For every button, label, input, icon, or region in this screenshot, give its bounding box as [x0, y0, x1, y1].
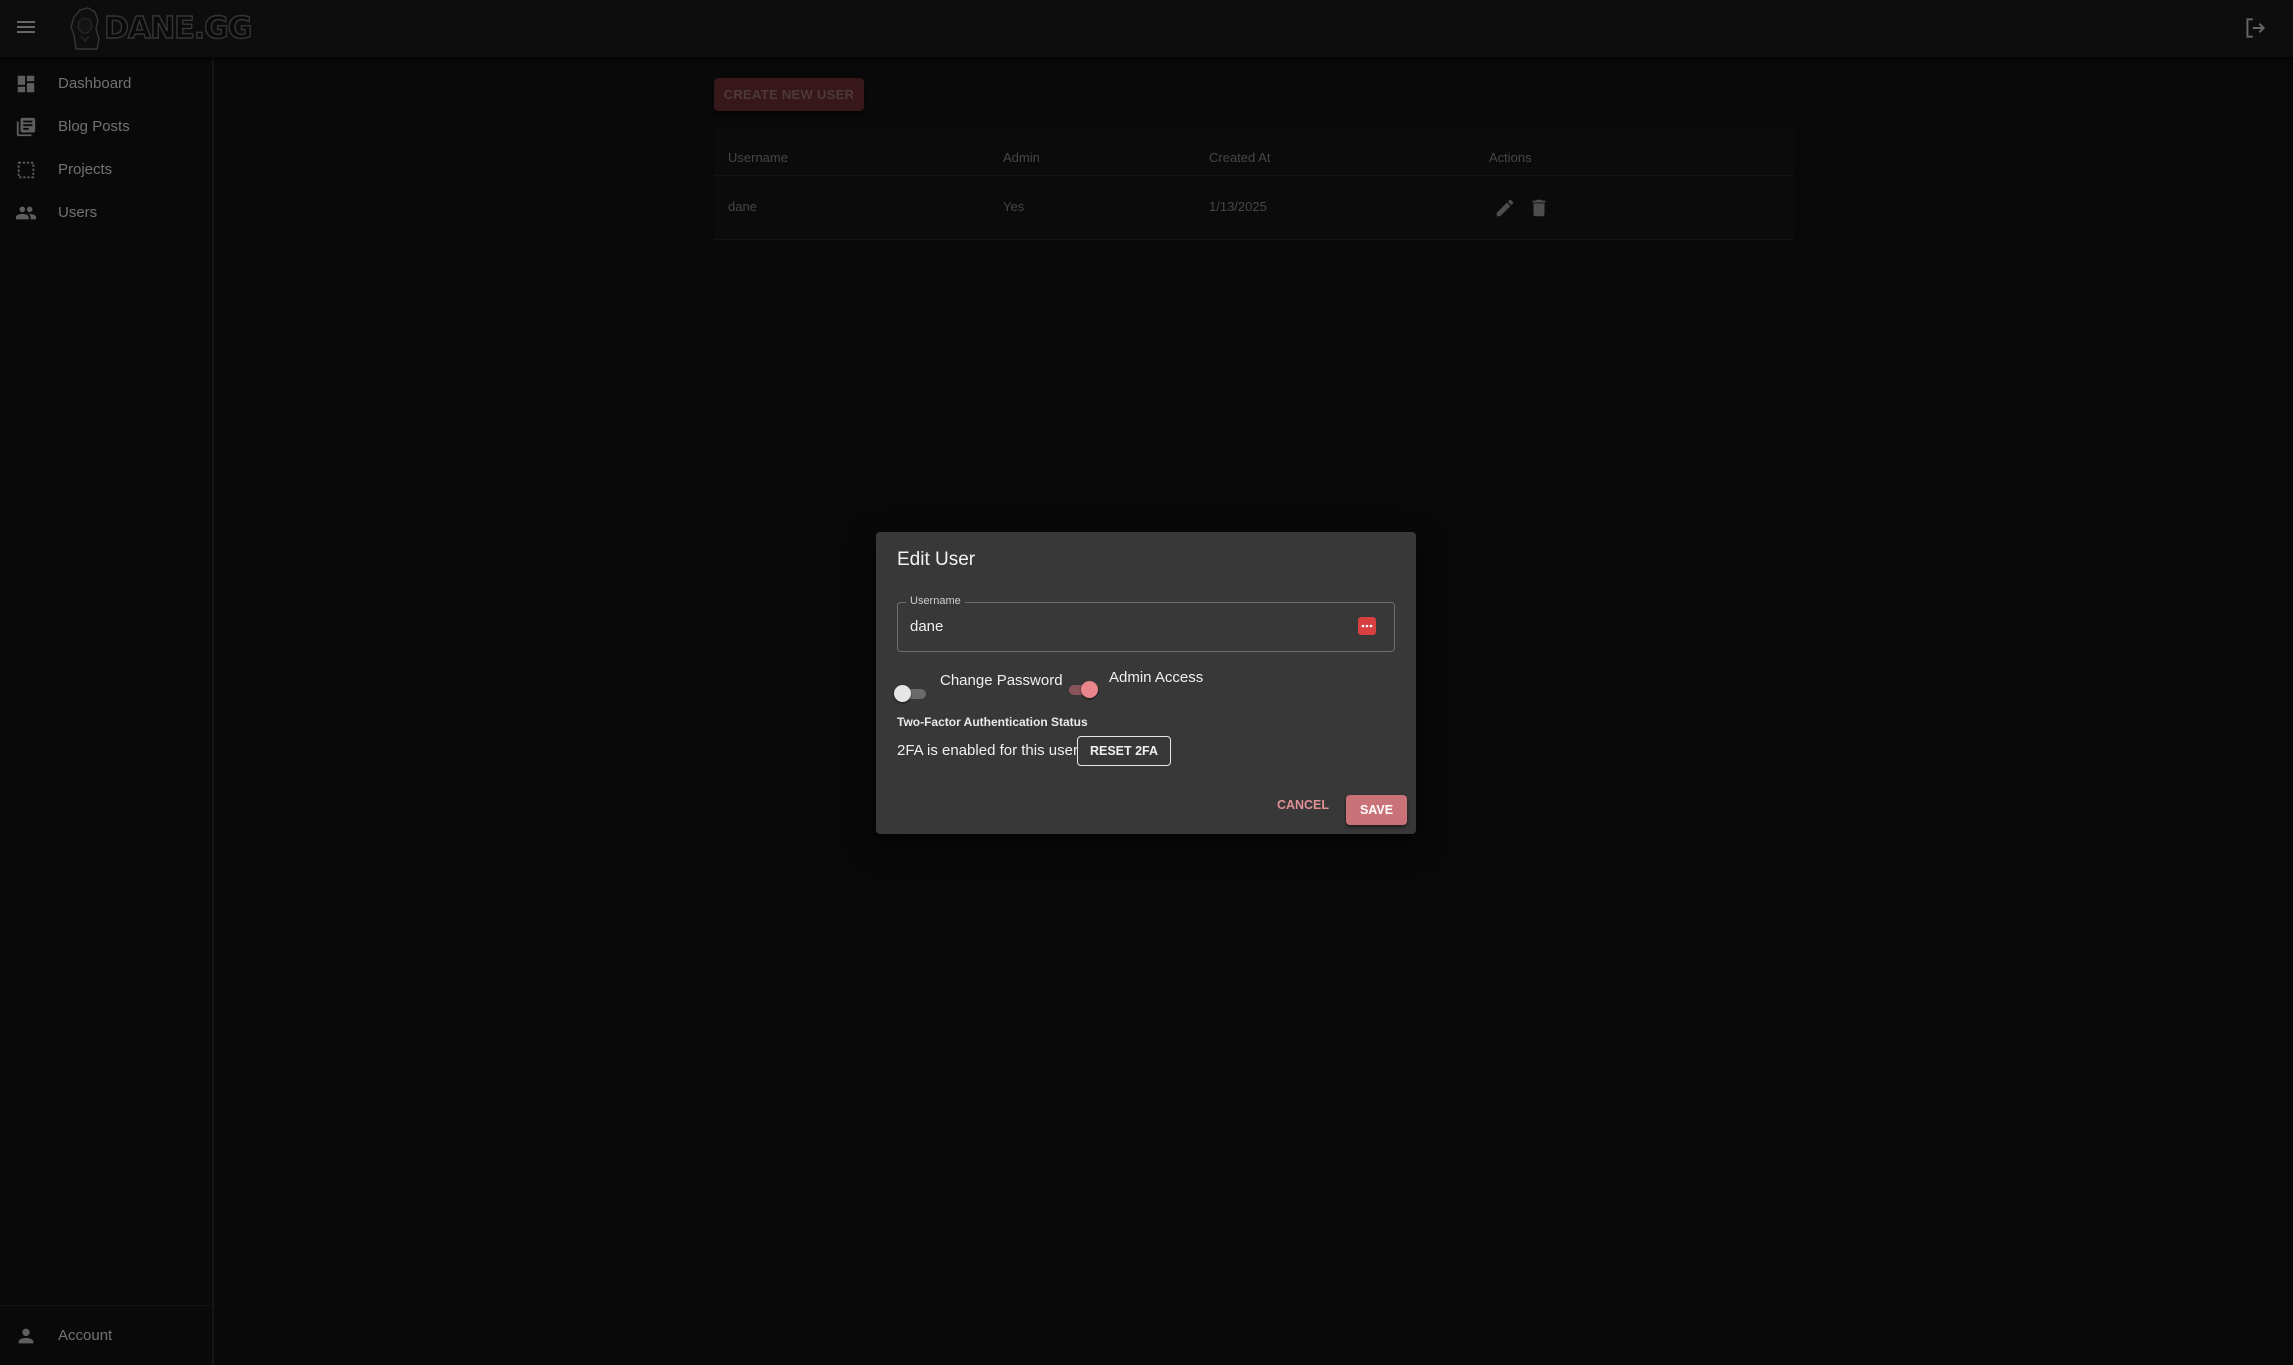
save-button[interactable]: SAVE [1346, 795, 1407, 825]
switch-thumb [1081, 681, 1098, 698]
reset-2fa-button[interactable]: RESET 2FA [1077, 736, 1171, 766]
password-manager-icon[interactable] [1358, 617, 1376, 635]
cancel-button[interactable]: CANCEL [1274, 794, 1332, 816]
username-field-label: Username [906, 595, 965, 607]
edit-user-dialog: Edit User Username dane Change Password … [876, 532, 1416, 834]
username-input[interactable]: dane [910, 618, 943, 635]
admin-access-label: Admin Access [1109, 669, 1204, 686]
switch-thumb [894, 685, 911, 702]
username-field[interactable]: Username dane [897, 595, 1395, 652]
tfa-status-text: 2FA is enabled for this user [897, 742, 1078, 759]
change-password-label: Change Password [940, 672, 1063, 689]
dialog-title: Edit User [897, 549, 976, 570]
change-password-switch[interactable] [894, 682, 930, 706]
admin-access-switch[interactable] [1065, 678, 1101, 702]
tfa-section-title: Two-Factor Authentication Status [897, 715, 1088, 729]
